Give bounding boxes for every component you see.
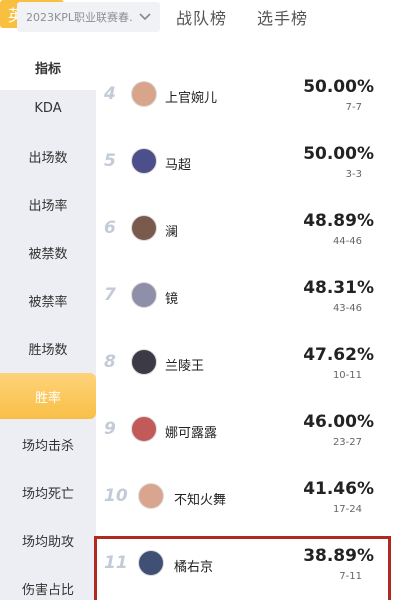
hero-name: 镜	[165, 292, 179, 307]
rank-number: 10	[104, 486, 128, 506]
tab-player-ranking[interactable]: 选手榜	[257, 5, 308, 29]
sidebar-item-avg-assists[interactable]: 场均助攻	[0, 517, 96, 563]
sidebar-item-avg-kills[interactable]: 场均击杀	[0, 421, 96, 467]
sidebar-title: 指标	[0, 44, 96, 90]
hero-row[interactable]: 4 上官婉儿 50.00% 7-7	[96, 62, 407, 129]
hero-avatar	[131, 215, 157, 241]
win-loss-record: 3-3	[345, 169, 362, 180]
rank-number: 6	[104, 218, 116, 238]
hero-row[interactable]: 7 镜 48.31% 43-46	[96, 263, 407, 330]
sidebar-item-bans[interactable]: 被禁数	[0, 229, 96, 275]
win-rate: 47.62%	[303, 345, 374, 365]
hero-avatar	[131, 282, 157, 308]
win-loss-record: 7-7	[345, 102, 362, 113]
win-loss-record: 44-46	[332, 236, 362, 247]
season-label: 2023KPL职业联赛春…	[26, 11, 134, 24]
rank-number: 4	[104, 84, 116, 104]
hero-row[interactable]: 9 娜可露露 46.00% 23-27	[96, 397, 407, 464]
tab-team-ranking[interactable]: 战队榜	[176, 5, 227, 29]
sidebar-item-damage-share[interactable]: 伤害占比	[0, 565, 96, 600]
rank-number: 9	[104, 419, 116, 439]
hero-name: 马超	[165, 158, 192, 173]
hero-row[interactable]: 6 澜 48.89% 44-46	[96, 196, 407, 263]
hero-row[interactable]: 5 马超 50.00% 3-3	[96, 129, 407, 196]
sidebar-item-appearances[interactable]: 出场数	[0, 133, 96, 179]
sidebar-item-win-rate[interactable]: 胜率	[0, 373, 96, 419]
sidebar-item-appearance-rate[interactable]: 出场率	[0, 181, 96, 227]
metric-sidebar: 指标 KDA 出场数 出场率 被禁数 被禁率 胜场数 胜率 场均击杀 场均死亡 …	[0, 44, 96, 600]
season-dropdown[interactable]: 2023KPL职业联赛春…	[17, 2, 160, 32]
win-loss-record: 17-24	[332, 504, 362, 515]
hero-name: 上官婉儿	[165, 91, 218, 106]
hero-row[interactable]: 8 兰陵王 47.62% 10-11	[96, 330, 407, 397]
hero-avatar	[131, 148, 157, 174]
win-loss-record: 43-46	[332, 303, 362, 314]
rank-number: 5	[104, 151, 116, 171]
sidebar-item-ban-rate[interactable]: 被禁率	[0, 277, 96, 323]
win-rate: 41.46%	[303, 479, 374, 499]
sidebar-item-avg-deaths[interactable]: 场均死亡	[0, 469, 96, 515]
hero-avatar	[131, 81, 157, 107]
chevron-down-icon	[139, 13, 151, 21]
hero-name: 澜	[165, 225, 179, 240]
hero-name: 兰陵王	[165, 359, 205, 374]
hero-name: 娜可露露	[165, 426, 218, 441]
sidebar-item-kda[interactable]: KDA	[0, 85, 96, 131]
win-loss-record: 23-27	[332, 437, 362, 448]
hero-avatar	[138, 483, 164, 509]
win-rate: 50.00%	[303, 77, 374, 97]
hero-avatar	[131, 349, 157, 375]
hero-name: 不知火舞	[174, 493, 227, 508]
win-loss-record: 10-11	[332, 370, 362, 381]
hero-row[interactable]: 10 不知火舞 41.46% 17-24	[96, 464, 407, 531]
win-rate: 48.31%	[303, 278, 374, 298]
rank-number: 8	[104, 352, 116, 372]
top-bar: 2023KPL职业联赛春… 战队榜 选手榜 英雄榜	[0, 0, 407, 44]
win-rate: 48.89%	[303, 211, 374, 231]
win-rate: 46.00%	[303, 412, 374, 432]
rank-number: 7	[104, 285, 116, 305]
hero-avatar	[131, 416, 157, 442]
win-rate: 50.00%	[303, 144, 374, 164]
sidebar-item-wins[interactable]: 胜场数	[0, 325, 96, 371]
highlight-box	[94, 536, 391, 600]
